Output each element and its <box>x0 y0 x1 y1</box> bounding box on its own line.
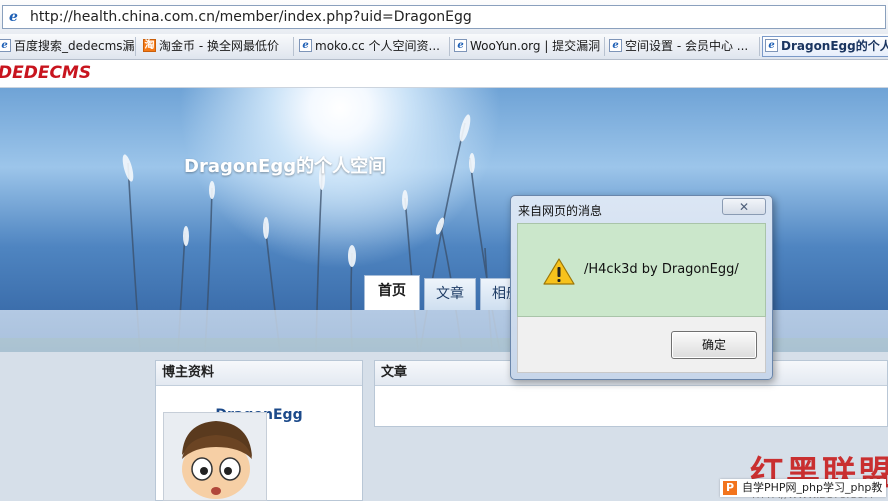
ok-button[interactable]: 确定 <box>671 331 757 359</box>
ie-page-icon: e <box>765 39 778 52</box>
favorite-item[interactable]: e 百度搜索_dedecms漏洞 <box>0 37 136 56</box>
address-bar: e http://health.china.com.cn/member/inde… <box>0 0 888 35</box>
favorite-item[interactable]: 淘 淘金币 - 换全网最低价 <box>141 37 294 56</box>
dialog-title: 来自网页的消息 <box>518 204 603 218</box>
tab-articles[interactable]: 文章 <box>424 278 476 310</box>
profile-panel-title: 博主资料 <box>156 361 362 386</box>
taobao-icon: 淘 <box>143 39 156 52</box>
favorites-bar: e 百度搜索_dedecms漏洞 淘 淘金币 - 换全网最低价 e moko.c… <box>0 34 888 60</box>
favorite-item[interactable]: e 空间设置 - 会员中心 ... <box>607 37 760 56</box>
ie-page-icon: e <box>609 39 622 52</box>
warning-icon <box>543 258 575 285</box>
url-text: http://health.china.com.cn/member/index.… <box>30 9 472 25</box>
dialog-footer: 确定 <box>517 317 766 373</box>
site-header: DEDECMS <box>0 60 888 88</box>
cartoon-avatar-image <box>182 421 252 499</box>
php-badge-text: 自学PHP网_php学习_php教 <box>742 481 883 494</box>
close-icon[interactable]: ✕ <box>722 198 766 215</box>
url-field[interactable]: e http://health.china.com.cn/member/inde… <box>2 5 886 29</box>
ie-page-icon: e <box>9 9 18 25</box>
space-title: DragonEgg的个人空间 <box>184 156 387 177</box>
ie-page-icon: e <box>0 39 11 52</box>
alert-dialog: 来自网页的消息 ✕ /H4ck3d by DragonEgg/ 确定 <box>510 195 773 380</box>
p-logo-icon: P <box>723 481 737 495</box>
tab-home[interactable]: 首页 <box>364 275 420 310</box>
dedecms-logo[interactable]: DEDECMS <box>0 63 91 83</box>
favorite-item[interactable]: e moko.cc 个人空间资... <box>297 37 450 56</box>
ie-page-icon: e <box>454 39 467 52</box>
ie-page-icon: e <box>299 39 312 52</box>
avatar[interactable] <box>163 412 267 501</box>
dialog-content: /H4ck3d by DragonEgg/ <box>517 223 766 317</box>
favorite-item[interactable]: e WooYun.org | 提交漏洞 <box>452 37 605 56</box>
dialog-message: /H4ck3d by DragonEgg/ <box>584 262 739 277</box>
php-badge: P 自学PHP网_php学习_php教 <box>720 479 887 497</box>
favorite-item-active[interactable]: e DragonEgg的个人... <box>762 36 888 57</box>
